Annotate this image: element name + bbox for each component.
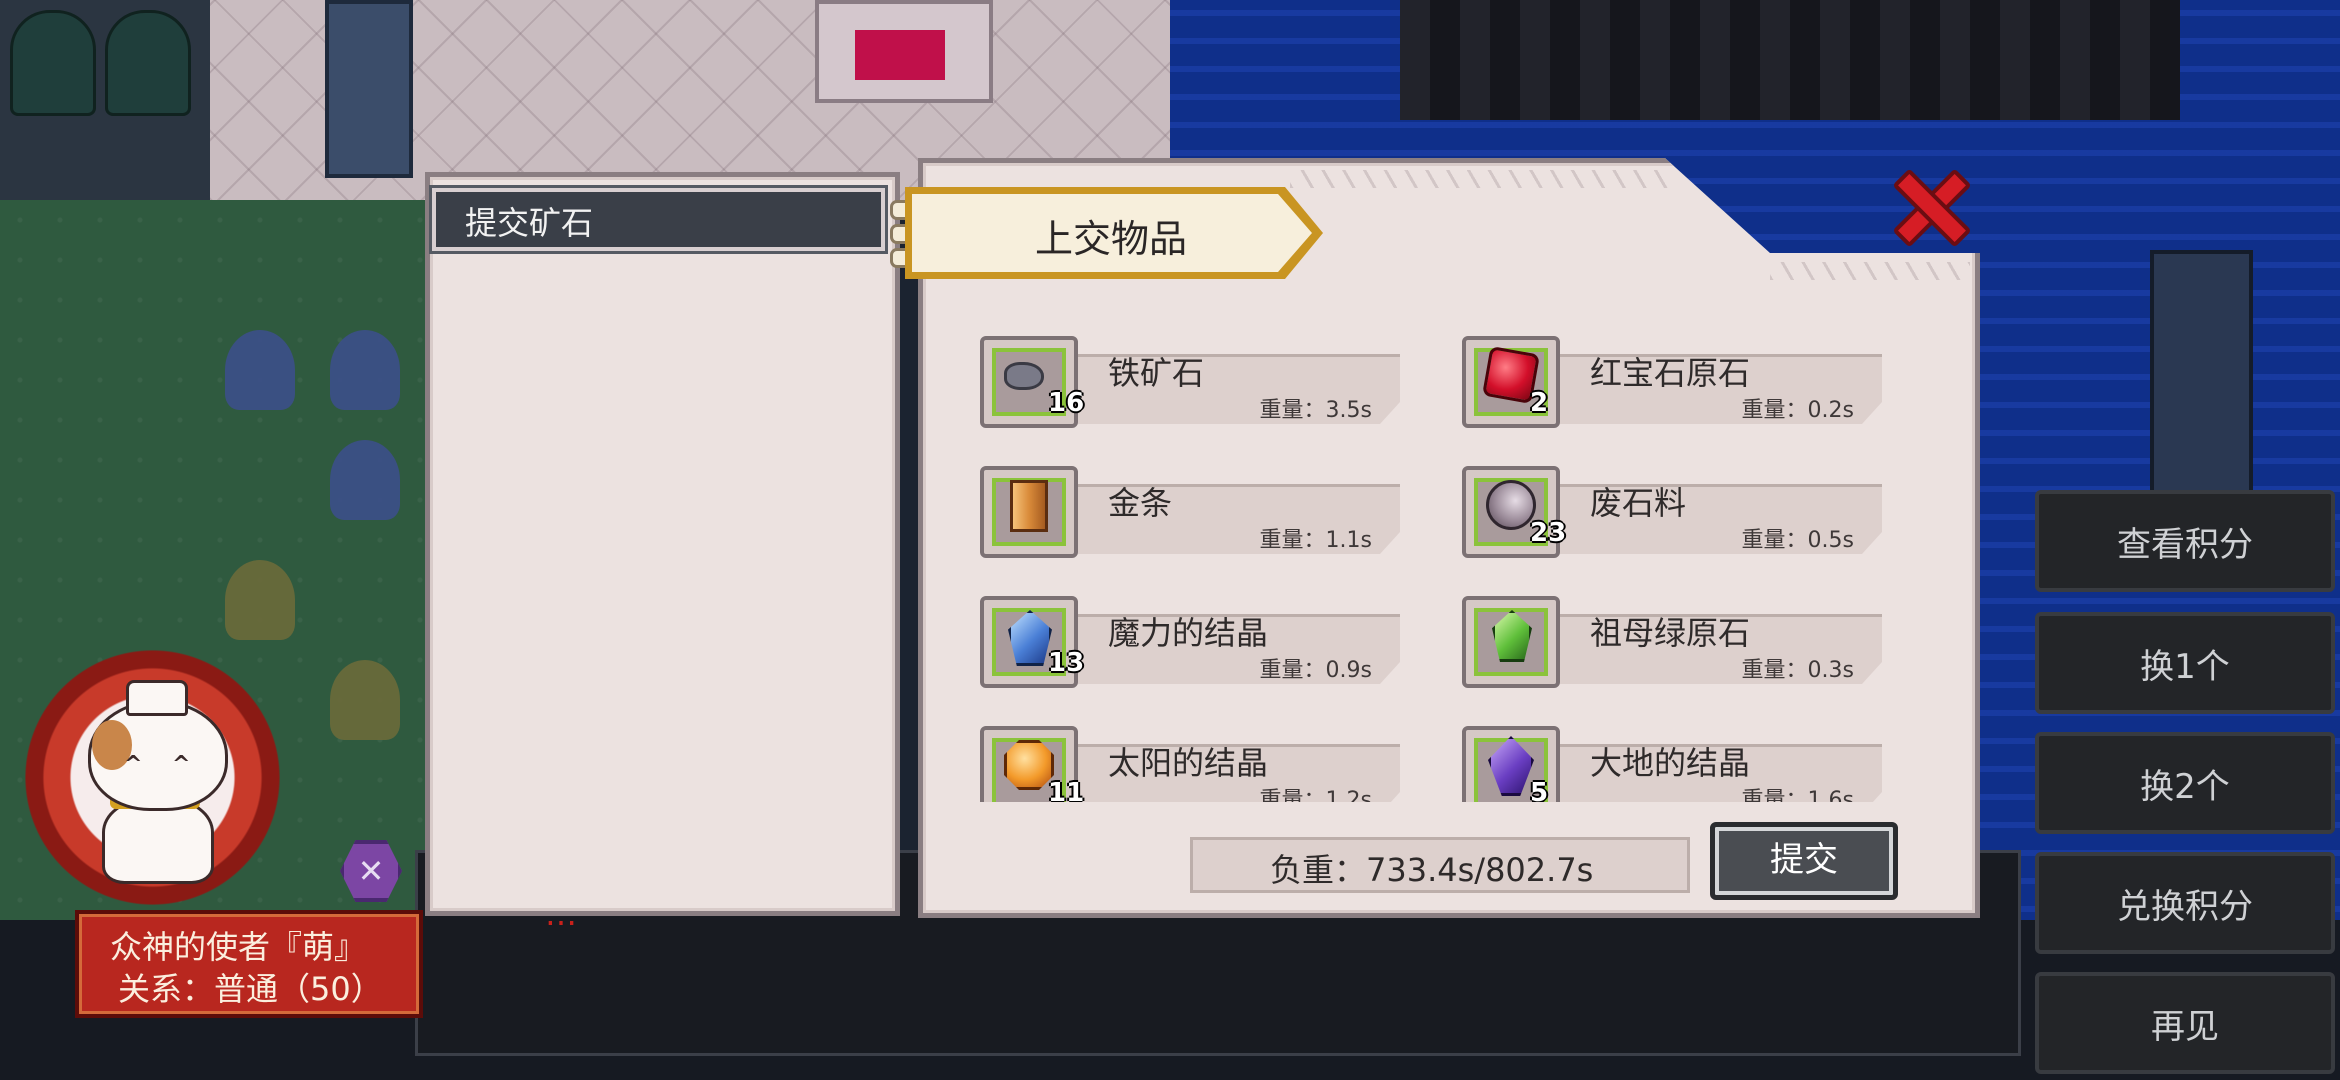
npc-portrait: ^ ^	[80, 680, 230, 884]
panel-decoration	[1770, 262, 1970, 280]
plant	[330, 660, 400, 740]
item-name: 太阳的结晶	[1108, 744, 1269, 782]
sun-crystal-icon	[1004, 740, 1054, 790]
item-quantity: 16	[1048, 388, 1085, 418]
category-list-panel	[425, 172, 900, 916]
panel-title: 上交物品	[1035, 217, 1188, 261]
exchange-one-button[interactable]: 换1个	[2035, 612, 2335, 714]
plant	[225, 330, 295, 410]
item-weight: 重量：1.6s	[1741, 788, 1854, 802]
item-weight: 重量：0.5s	[1741, 528, 1854, 553]
pillar	[325, 0, 413, 178]
category-item-label: 提交矿石	[465, 204, 594, 242]
background-dark-roof	[1400, 0, 2180, 120]
plant	[330, 440, 400, 520]
plant	[330, 330, 400, 410]
altar-cushion	[855, 30, 945, 80]
pillar	[2150, 250, 2253, 518]
item-quantity: 2	[1530, 388, 1549, 418]
item-name: 魔力的结晶	[1108, 614, 1269, 652]
item-card-sun-crystal[interactable]: 11 太阳的结晶 重量：1.2s	[980, 726, 1400, 802]
item-quantity: 13	[1048, 648, 1085, 678]
gold-bar-icon	[1010, 480, 1048, 532]
item-card-gold-bar[interactable]: 金条 重量：1.1s	[980, 466, 1400, 558]
item-card-emerald-ore[interactable]: 祖母绿原石 重量：0.3s	[1462, 596, 1882, 688]
bush	[10, 10, 96, 116]
panel-decoration	[1290, 170, 1670, 188]
item-card-scrap-stone[interactable]: 23 废石料 重量：0.5s	[1462, 466, 1882, 558]
item-card-earth-crystal[interactable]: 5 大地的结晶 重量：1.6s	[1462, 726, 1882, 802]
redeem-points-button[interactable]: 兑换积分	[2035, 852, 2335, 954]
npc-name: 众神的使者『萌』	[110, 928, 367, 966]
item-name: 铁矿石	[1108, 354, 1205, 392]
item-weight: 重量：0.2s	[1741, 398, 1854, 423]
item-weight: 重量：0.9s	[1259, 658, 1372, 683]
close-icon[interactable]	[1892, 168, 1972, 248]
item-quantity: 5	[1530, 778, 1549, 802]
iron-ore-icon	[1004, 362, 1044, 390]
item-name: 废石料	[1590, 484, 1687, 522]
load-capacity-text: 负重：733.4s/802.7s	[1270, 851, 1594, 889]
view-points-button[interactable]: 查看积分	[2035, 490, 2335, 592]
npc-relation: 关系：普通（50）	[118, 970, 383, 1008]
item-name: 祖母绿原石	[1590, 614, 1751, 652]
item-weight: 重量：1.2s	[1259, 788, 1372, 802]
item-card-ruby-ore[interactable]: 2 红宝石原石 重量：0.2s	[1462, 336, 1882, 428]
item-weight: 重量：1.1s	[1259, 528, 1372, 553]
item-weight: 重量：0.3s	[1741, 658, 1854, 683]
item-name: 金条	[1108, 484, 1173, 522]
item-quantity: 23	[1530, 518, 1567, 548]
plant	[225, 560, 295, 640]
item-name: 红宝石原石	[1590, 354, 1751, 392]
item-quantity: 11	[1048, 778, 1085, 802]
item-card-iron-ore[interactable]: 16 铁矿石 重量：3.5s	[980, 336, 1400, 428]
item-grid: 16 铁矿石 重量：3.5s 2 红宝石原石 重量：0.2s 金条 重量：1.1…	[940, 320, 1910, 802]
scrap-stone-icon	[1486, 480, 1536, 530]
bush	[105, 10, 191, 116]
submit-button-label: 提交	[1770, 840, 1838, 880]
item-card-magic-crystal[interactable]: 13 魔力的结晶 重量：0.9s	[980, 596, 1400, 688]
item-weight: 重量：3.5s	[1259, 398, 1372, 423]
exchange-two-button[interactable]: 换2个	[2035, 732, 2335, 834]
goodbye-button[interactable]: 再见	[2035, 972, 2335, 1074]
item-name: 大地的结晶	[1590, 744, 1751, 782]
